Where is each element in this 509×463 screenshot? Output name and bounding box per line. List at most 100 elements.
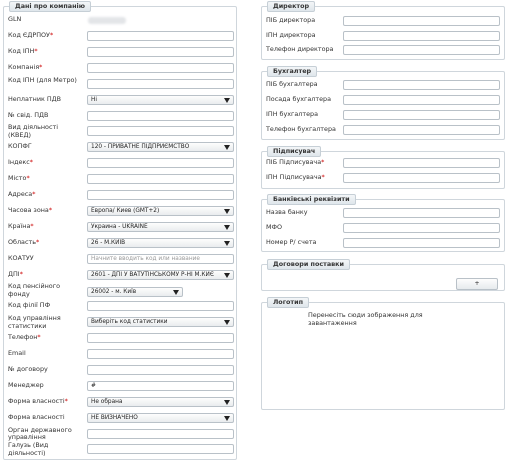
label-text: Країна [8,221,31,230]
input-телефон-директора[interactable] [343,45,500,55]
input-телефон-бухгалтера[interactable] [343,125,500,135]
bank-legend: Банківські реквізити [267,194,356,205]
input-email[interactable] [87,349,234,359]
company-field-label: Код управління статистики [8,315,80,330]
accountant-field-label: Посада бухгалтера [266,95,340,104]
input-іпн-бухгалтера[interactable] [343,110,500,120]
select-код-пенсійного-фонду[interactable]: 26002 - м. Київ [87,287,183,298]
input-індекс[interactable] [87,158,234,169]
label-text: Часова зона [8,205,49,214]
label-text: ПІБ директора [266,16,316,24]
input-код-єдрпоу[interactable] [87,31,234,41]
field-value: Не обрана [91,398,123,405]
input-іпн-директора[interactable] [343,30,500,41]
company-row: Місто* [8,174,234,190]
input-менеджер[interactable]: # [87,380,234,391]
chevron-down-icon [224,240,230,246]
company-field-label: ДПІ* [8,270,80,279]
input-посада-бухгалтера[interactable] [343,95,500,105]
director-panel: Директор ПІБ директора ІПН директора Телеф… [261,1,505,60]
select-код-управління-статистики[interactable]: Виберіть код статистики [87,317,234,328]
company-field-label: Індекс* [8,158,80,167]
label-text: ІПН Підписувача [266,173,322,181]
label-text: Номер Р/ счета [266,238,317,246]
input-місто[interactable] [87,174,234,185]
input-телефон[interactable] [87,333,234,344]
logo-dropzone[interactable]: Перенесіть сюди зображення для завантаже… [308,311,428,341]
input-піб-бухгалтера[interactable] [343,80,500,90]
input-адреса[interactable] [87,190,234,200]
bank-field-label: Номер Р/ счета [266,238,340,247]
company-field-label: Неплатник ПДВ [8,95,80,104]
required-asterisk: * [29,158,33,167]
select-дпі[interactable]: 2601 - ДПІ У ВАТУТІНСЬКОМУ Р-НІ М.КИЄ [87,269,234,280]
input-код-іпн[interactable] [87,46,234,57]
input-коатуу[interactable]: Начните вводить код или название [87,253,234,264]
input-назва-банку[interactable] [343,208,500,218]
company-row: Неплатник ПДВ Ні [8,94,234,111]
field-value: Виберіть код статистики [91,319,168,326]
company-field-label: № договору [8,365,80,374]
company-field-label: № свід. ПДВ [8,111,80,120]
label-text: Код управління статистики [8,314,61,330]
director-field-label: ІПН директора [266,31,340,40]
contracts-legend: Договори поставки [267,259,350,270]
accountant-legend: Бухгалтер [267,66,318,77]
select-форма-власності[interactable]: Не обрана [87,396,234,407]
label-text: Email [8,349,26,357]
input-код-філії-пф[interactable] [87,301,234,312]
input-вид-діяльності-квед[interactable] [87,126,234,137]
required-asterisk: * [32,190,36,198]
label-text: Орган державного управління [8,425,72,441]
input-договору[interactable] [87,364,234,375]
add-contract-button[interactable]: + [456,278,498,290]
input-орган-державного-управління[interactable] [87,428,234,439]
chevron-down-icon [224,145,230,151]
bank-field-label: Назва банку [266,208,340,217]
director-row: ПІБ директора [266,16,500,31]
company-row: Код ІПН* [8,46,234,63]
chevron-down-icon [224,208,230,214]
label-text: Місто [8,174,27,183]
company-field-label: Код ІПН (для Метро) [8,76,80,85]
company-row: Галузь (Вид діяльності) [8,442,234,460]
logo-drop-text: Перенесіть сюди зображення для завантаже… [308,311,423,327]
label-text: Область [8,237,36,246]
input-піб-директора[interactable] [343,16,500,26]
select-форма-власності[interactable]: НЕ ВИЗНАЧЕНО [87,412,234,423]
accountant-panel: Бухгалтер ПІБ бухгалтера Посада бухгалтер… [261,66,505,140]
select-країна[interactable]: Украина - UKRAINE [87,221,234,232]
label-text: Код ЄДРПОУ [8,31,50,39]
required-asterisk: * [321,158,325,166]
signer-row: ПІБ Підписувача* [266,158,500,173]
label-text: Код ІПН [8,46,35,55]
input-компанія[interactable] [87,62,234,73]
required-asterisk: * [39,62,43,71]
select-неплатник-пдв[interactable]: Ні [87,94,234,105]
input-галузь-вид-діяльності[interactable] [87,444,234,455]
label-text: ІПН бухгалтера [266,110,319,118]
field-value: Европа/ Киев (GMT+2) [91,207,160,214]
input-свід-пдв[interactable] [87,110,234,121]
select-часова-зона[interactable]: Европа/ Киев (GMT+2) [87,205,234,216]
company-field-label: Орган державного управління [8,425,80,442]
input-мфо[interactable] [343,223,500,233]
label-text: ПІБ Підписувача [266,158,322,166]
input-піб-підписувача[interactable] [343,158,500,168]
company-field-label: Компанія* [8,62,80,72]
select-копфг[interactable]: 120 - ПРИВАТНЕ ПІДПРИЄМСТВО [87,142,234,153]
input-іпн-підписувача[interactable] [343,173,500,183]
gln-row: GLN [8,15,234,26]
signer-field-label: ІПН Підписувача* [266,173,340,182]
select-область[interactable]: 26 - М.КИЇВ [87,237,234,248]
label-text: Телефон директора [266,45,334,53]
company-field-label: Місто* [8,174,80,183]
company-field-label: Телефон* [8,333,80,342]
required-asterisk: * [48,205,53,214]
chevron-down-icon [224,97,230,103]
input-номер-р-счета[interactable] [343,238,500,248]
input-код-іпн-для-метро[interactable] [87,78,234,89]
field-value: # [91,382,96,389]
logo-panel: Логотип Перенесіть сюди зображення для з… [261,297,505,410]
chevron-down-icon [224,224,230,230]
